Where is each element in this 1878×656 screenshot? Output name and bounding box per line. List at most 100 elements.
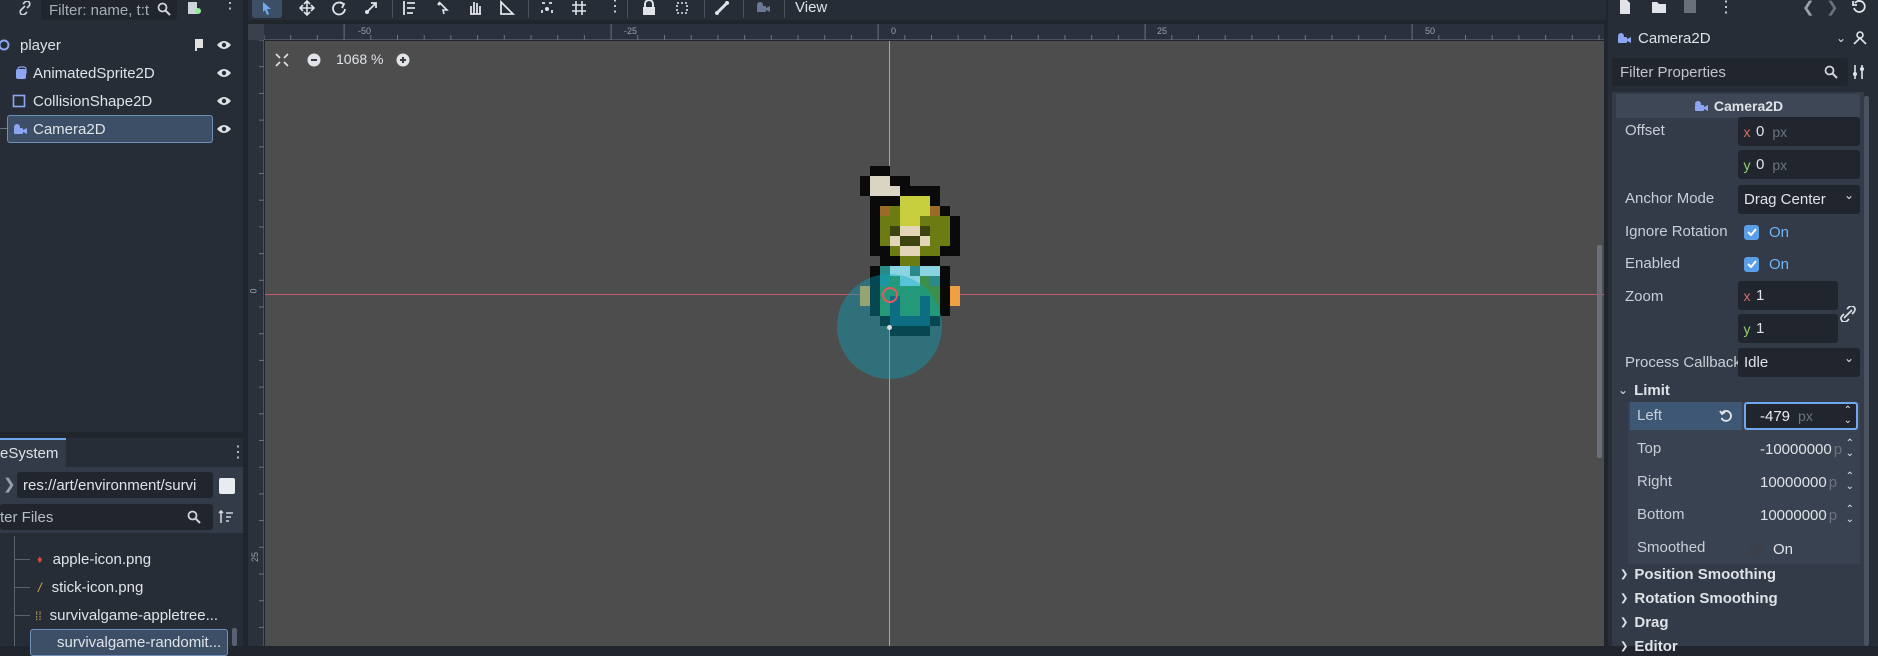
limit-section-header[interactable]: ⌄ Limit (1618, 380, 1858, 400)
zoom-x-field[interactable]: x 1 (1738, 281, 1838, 310)
history-forward-icon[interactable]: ❯ (1826, 0, 1839, 16)
sprite-pixel (900, 226, 910, 236)
path-field[interactable]: res://art/environment/survi (17, 472, 213, 498)
ruler-tool-icon[interactable] (499, 0, 515, 16)
canvas-2d[interactable] (265, 41, 1604, 646)
section-rotation-smoothing[interactable]: ❯ Rotation Smoothing (1620, 588, 1778, 608)
limit-smoothed-value: On (1773, 540, 1794, 558)
limit-left-field[interactable]: -479 px ⌃ ⌄ (1744, 402, 1858, 430)
zoom-label[interactable]: 1068 % (336, 51, 383, 67)
sprite-pixel (930, 236, 940, 246)
sprite-pixel (940, 306, 950, 316)
file-row-appletree[interactable]: ⁞⁞ survivalgame-appletree... (14, 602, 234, 629)
section-drag[interactable]: ❯ Drag (1620, 612, 1669, 632)
more-options-icon[interactable]: ⋮ (222, 0, 238, 16)
files-filter-input[interactable]: ter Files (0, 504, 213, 530)
filesystem-menu-icon[interactable]: ⋮ (230, 442, 246, 462)
zoom-out-icon[interactable] (307, 53, 321, 67)
select-tool-button[interactable] (252, 0, 282, 18)
enabled-checkbox[interactable]: On (1740, 254, 1789, 274)
limit-right-unit: p (1828, 473, 1838, 491)
stepper-arrows-icon[interactable]: ⌃ ⌄ (1846, 439, 1854, 459)
inspector-scrollbar[interactable] (1864, 96, 1869, 646)
limit-smoothed-checkbox[interactable]: On (1740, 539, 1793, 559)
sprite-pixel (950, 246, 960, 256)
bone-icon[interactable] (714, 0, 730, 16)
move-tool-icon[interactable] (299, 0, 315, 16)
open-folder-icon[interactable] (1651, 0, 1667, 14)
visibility-eye-icon[interactable] (216, 39, 232, 51)
file-row-apple[interactable]: ♦ apple-icon.png (14, 546, 234, 573)
section-position-smoothing[interactable]: ❯ Position Smoothing (1620, 564, 1776, 584)
tree-row-animatedsprite2d[interactable]: AnimatedSprite2D (0, 59, 243, 87)
section-label: Position Smoothing (1634, 565, 1777, 583)
offset-x-field[interactable]: x 0 px (1738, 117, 1860, 146)
script-icon[interactable] (193, 38, 205, 52)
animated-sprite-icon (14, 66, 28, 80)
property-tools-icon[interactable] (1852, 64, 1868, 80)
zoom-in-icon[interactable] (396, 53, 410, 67)
limit-top-field[interactable]: -10000000 p ⌃ ⌄ (1744, 435, 1858, 463)
limit-bottom-field[interactable]: 10000000 p ⌃ ⌄ (1744, 501, 1858, 529)
pivot-crosshair-icon[interactable] (882, 287, 898, 303)
object-selector[interactable]: Camera2D ⌄ (1612, 24, 1848, 52)
ignore-rotation-checkbox[interactable]: On (1740, 222, 1789, 242)
add-script-icon[interactable] (186, 0, 202, 16)
group-icon[interactable] (674, 0, 690, 16)
sort-icon[interactable] (218, 510, 234, 524)
view-menu[interactable]: View (795, 0, 827, 16)
pan-tool-icon[interactable] (467, 0, 483, 16)
save-icon[interactable] (1683, 0, 1697, 14)
zoom-y-field[interactable]: y 1 (1738, 314, 1838, 343)
limit-bottom-label: Bottom (1637, 506, 1685, 523)
filesystem-tab[interactable]: eSystem (0, 438, 66, 467)
sprite-pixel (940, 246, 950, 256)
anchor-mode-dropdown[interactable]: Drag Center ⌄ (1738, 185, 1860, 214)
limit-right-field[interactable]: 10000000 p ⌃ ⌄ (1744, 468, 1858, 496)
history-back-icon[interactable]: ❮ (1802, 0, 1815, 16)
rotate-tool-icon[interactable] (331, 0, 347, 16)
filter-properties-input[interactable]: Filter Properties (1612, 58, 1848, 86)
scene-dock: Filter: name, t:t ⋮ player AnimatedSprit… (0, 0, 243, 432)
pivot-tool-icon[interactable] (435, 0, 451, 16)
section-editor[interactable]: ❯ Editor (1620, 636, 1678, 656)
stepper-arrows-icon[interactable]: ⌃ ⌄ (1846, 505, 1854, 525)
history-icon[interactable] (1852, 0, 1866, 14)
revert-icon[interactable] (1719, 409, 1733, 423)
lock-icon[interactable] (642, 0, 656, 16)
tree-row-collisionshape2d[interactable]: CollisionShape2D (0, 87, 243, 115)
scale-tool-icon[interactable] (363, 0, 379, 16)
node-signals-icon[interactable] (1852, 30, 1868, 46)
offset-y-field[interactable]: y 0 px (1738, 150, 1860, 179)
viewport-vscrollbar[interactable] (1597, 245, 1602, 458)
file-row-stick[interactable]: / stick-icon.png (14, 574, 234, 601)
visibility-eye-icon[interactable] (216, 67, 232, 79)
camera-override-icon[interactable] (755, 0, 771, 14)
file-row-randomitems[interactable]: survivalgame-randomit... (30, 629, 228, 656)
center-view-icon[interactable] (275, 53, 289, 67)
visibility-eye-icon[interactable] (216, 123, 232, 135)
process-callback-value: Idle (1744, 354, 1769, 371)
grid-snap-icon[interactable] (571, 0, 587, 16)
files-scrollbar[interactable] (232, 628, 237, 646)
tree-row-camera2d[interactable]: Camera2D (7, 115, 213, 143)
stepper-arrows-icon[interactable]: ⌃ ⌄ (1846, 472, 1854, 492)
sprite-pixel (890, 206, 900, 216)
link-icon[interactable] (16, 0, 34, 16)
new-resource-icon[interactable] (1618, 0, 1632, 14)
snap-options-icon[interactable]: ⋮ (607, 0, 623, 16)
limit-section-label: Limit (1634, 381, 1670, 399)
inspector-more-icon[interactable]: ⋮ (1718, 0, 1734, 17)
chevron-right-icon[interactable]: ❯ (3, 475, 16, 493)
stepper-arrows-icon[interactable]: ⌃ ⌄ (1844, 406, 1852, 426)
tree-row-player[interactable]: player (0, 31, 243, 59)
toggle-split-icon[interactable] (219, 478, 235, 494)
list-select-icon[interactable] (402, 0, 418, 16)
process-callback-dropdown[interactable]: Idle ⌄ (1738, 348, 1860, 377)
sprite-pixel (900, 186, 910, 196)
smart-snap-icon[interactable] (539, 0, 555, 16)
link-ratio-icon[interactable] (1840, 306, 1856, 322)
visibility-eye-icon[interactable] (216, 95, 232, 107)
scene-filter-input[interactable]: Filter: name, t:t (41, 0, 177, 20)
camera2d-icon (1693, 100, 1709, 112)
